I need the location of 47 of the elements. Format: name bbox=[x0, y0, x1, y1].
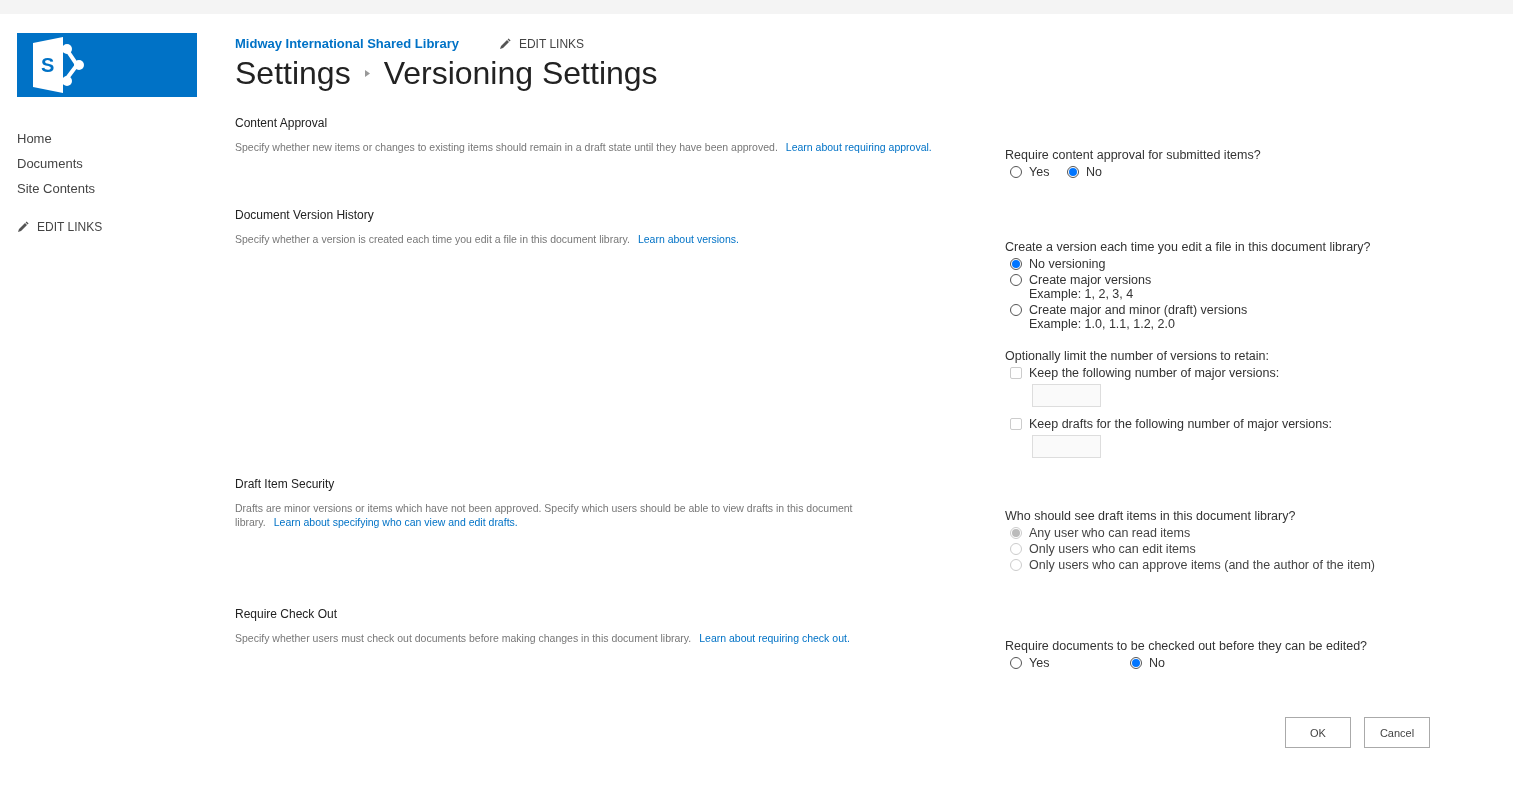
site-logo[interactable]: S bbox=[17, 33, 197, 97]
section-description: Specify whether a version is created each time you edit a file in this document library. Learn about versions. bbox=[235, 232, 740, 246]
breadcrumb-arrow-icon bbox=[364, 70, 370, 77]
radio-button[interactable] bbox=[1010, 166, 1022, 178]
learn-more-link[interactable]: Learn about versions. bbox=[637, 233, 739, 245]
nav-link[interactable]: Site Contents bbox=[17, 181, 218, 196]
radio-button[interactable] bbox=[1010, 274, 1022, 286]
question-label: Require content approval for submitted items? bbox=[1005, 148, 1262, 162]
nav-link[interactable]: Documents bbox=[17, 156, 218, 171]
section-title: Content Approval bbox=[235, 116, 329, 130]
edit-links-link[interactable]: EDIT LINKS bbox=[498, 36, 585, 51]
section-description: Specify whether users must check out documents before making changes in this document library. Learn about requiring check out. bbox=[235, 631, 851, 645]
radio-option[interactable]: No bbox=[1130, 656, 1250, 670]
section-title: Draft Item Security bbox=[235, 477, 336, 491]
radio-option[interactable]: Create major and minor (draft) versions bbox=[1010, 303, 1513, 317]
radio-button[interactable] bbox=[1067, 166, 1079, 178]
question-label: Require documents to be checked out before they can be edited? bbox=[1005, 639, 1369, 653]
radio-button[interactable] bbox=[1010, 258, 1022, 270]
learn-more-link[interactable]: Learn about requiring approval. bbox=[785, 141, 932, 153]
edit-links-link[interactable]: EDIT LINKS bbox=[17, 220, 218, 234]
radio-button[interactable] bbox=[1130, 657, 1142, 669]
site-title-link[interactable]: Midway International Shared Library bbox=[235, 36, 459, 51]
page-title: Versioning Settings bbox=[383, 55, 658, 92]
example-text: Example: 1, 2, 3, 4 bbox=[1028, 287, 1135, 301]
ok-button[interactable]: OK bbox=[1285, 717, 1351, 748]
radio-button[interactable] bbox=[1010, 657, 1022, 669]
learn-more-link[interactable]: Learn about specifying who can view and edit drafts. bbox=[273, 516, 518, 528]
radio-option[interactable]: Yes bbox=[1010, 165, 1067, 179]
pencil-icon bbox=[17, 221, 29, 233]
radio-option[interactable]: No bbox=[1067, 165, 1124, 179]
radio-option[interactable]: No versioning bbox=[1010, 257, 1513, 271]
learn-more-link[interactable]: Learn about requiring check out. bbox=[699, 632, 850, 644]
question-label: Optionally limit the number of versions to retain: bbox=[1005, 349, 1270, 363]
radio-option[interactable]: Yes bbox=[1010, 656, 1130, 670]
page-title[interactable]: Settings bbox=[235, 55, 351, 92]
section-description: Drafts are minor versions or items which have not been approved. Specify which users should be able to view drafts in this document library. Learn about specifying who can view and edit drafts. bbox=[235, 501, 854, 529]
example-text: Example: 1.0, 1.1, 1.2, 2.0 bbox=[1028, 317, 1176, 331]
radio-option[interactable]: Create major versions bbox=[1010, 273, 1513, 287]
radio-button[interactable] bbox=[1010, 304, 1022, 316]
pencil-icon bbox=[498, 37, 511, 50]
nav-link[interactable]: Home bbox=[17, 131, 218, 146]
section-title: Require Check Out bbox=[235, 607, 339, 621]
question-label: Who should see draft items in this document library? bbox=[1005, 509, 1297, 523]
question-label: Create a version each time you edit a file in this document library? bbox=[1005, 240, 1372, 254]
section-description: Specify whether new items or changes to existing items should remain in a draft state until they have been approved. Learn about requiring approval. bbox=[235, 140, 933, 154]
cancel-button[interactable]: Cancel bbox=[1364, 717, 1430, 748]
section-title: Document Version History bbox=[235, 208, 375, 222]
